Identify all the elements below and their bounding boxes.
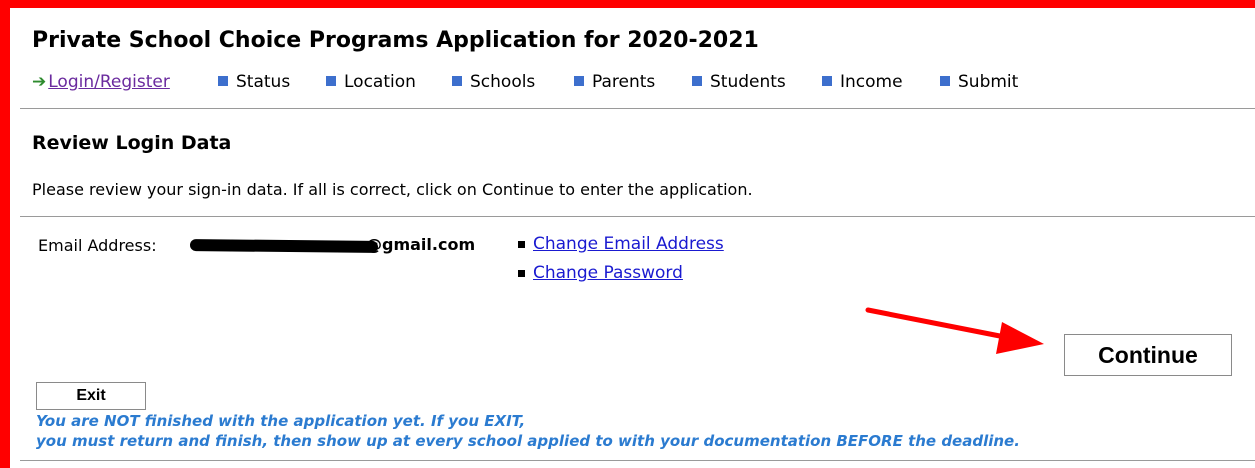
exit-warning: You are NOT finished with the applicatio… <box>36 411 1020 451</box>
nav-item-status: Status <box>218 72 290 92</box>
current-step-arrow-icon: ➔ <box>32 72 47 92</box>
nav-item-students: Students <box>692 72 786 92</box>
nav-item-login-register[interactable]: ➔ Login/Register <box>32 72 170 92</box>
screenshot-frame: Private School Choice Programs Applicati… <box>0 0 1255 468</box>
nav-square-icon <box>822 76 832 86</box>
nav-square-icon <box>692 76 702 86</box>
email-label: Email Address: <box>38 236 157 255</box>
nav-item-schools: Schools <box>452 72 535 92</box>
change-password-link[interactable]: Change Password <box>533 263 683 283</box>
divider <box>20 460 1255 461</box>
list-item: Change Email Address <box>518 234 724 263</box>
nav-item-income: Income <box>822 72 903 92</box>
redacted-email-mark <box>189 239 379 253</box>
warning-line-1: You are NOT finished with the applicatio… <box>36 412 526 430</box>
nav-square-icon <box>574 76 584 86</box>
instructions-text: Please review your sign-in data. If all … <box>32 180 753 199</box>
email-value: @gmail.com <box>366 235 476 254</box>
red-annotation-arrow-icon <box>865 307 1044 354</box>
bullet-icon <box>518 270 525 277</box>
nav-item-parents: Parents <box>574 72 655 92</box>
nav-item-location: Location <box>326 72 416 92</box>
divider <box>20 216 1255 217</box>
exit-button[interactable]: Exit <box>36 382 146 410</box>
account-links: Change Email Address Change Password <box>518 234 724 292</box>
nav-square-icon <box>452 76 462 86</box>
nav-item-submit: Submit <box>940 72 1018 92</box>
change-email-link[interactable]: Change Email Address <box>533 234 724 254</box>
warning-line-2: you must return and finish, then show up… <box>36 432 1020 450</box>
nav-square-icon <box>218 76 228 86</box>
section-title: Review Login Data <box>32 132 232 154</box>
nav-square-icon <box>326 76 336 86</box>
nav-square-icon <box>940 76 950 86</box>
continue-button[interactable]: Continue <box>1064 334 1232 376</box>
bullet-icon <box>518 241 525 248</box>
list-item: Change Password <box>518 263 724 292</box>
page-title: Private School Choice Programs Applicati… <box>32 28 759 53</box>
divider <box>20 108 1255 109</box>
nav-link-login-register[interactable]: Login/Register <box>48 72 170 92</box>
